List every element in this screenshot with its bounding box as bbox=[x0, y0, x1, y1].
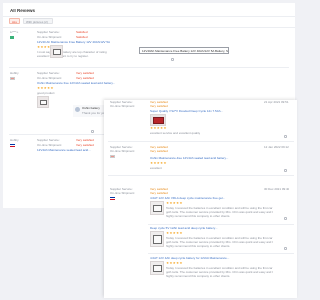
review-photo[interactable] bbox=[150, 201, 164, 215]
tab-all[interactable]: ALL bbox=[9, 18, 20, 24]
review-photo[interactable] bbox=[50, 45, 63, 58]
front-reviews-panel: Supplier Service: Very satisfied On-time… bbox=[104, 100, 297, 298]
rating-stars: ★★★★★ bbox=[166, 232, 183, 235]
product-tooltip: 12V40Ah Maintenance Free Battery 12V 40A… bbox=[139, 47, 229, 54]
review-text: Today I received the batteries in excell… bbox=[166, 237, 273, 248]
like-icon[interactable] bbox=[284, 169, 287, 172]
product-link[interactable]: Super Quality 7/12*V Flooded Deep Cycle … bbox=[150, 110, 242, 113]
review-photo[interactable] bbox=[150, 114, 166, 126]
review-date: 21 Apr 2021 09:51 bbox=[264, 101, 289, 104]
review-text: excellent bbox=[150, 167, 162, 170]
reviews-title: All Reviews bbox=[10, 9, 36, 13]
rating-stars: ★★★★★ bbox=[150, 162, 167, 165]
like-icon[interactable] bbox=[284, 247, 287, 250]
reviewer-name: Hobby bbox=[10, 139, 19, 142]
product-link[interactable]: 12V4Ah Maintenance sealed lead acid... bbox=[37, 149, 103, 152]
like-icon[interactable] bbox=[171, 58, 174, 61]
country-flag-icon bbox=[110, 197, 115, 200]
country-flag-icon bbox=[110, 155, 115, 158]
verified-badge-icon bbox=[10, 36, 14, 39]
country-flag-icon bbox=[10, 77, 15, 80]
review-date: 12 Jan 2022 09:12 bbox=[264, 146, 289, 149]
reviewer-name: Li*** L bbox=[10, 31, 19, 34]
review-text: Today I received the batteries in excell… bbox=[166, 207, 273, 218]
rating-stars: ★★★★★ bbox=[166, 202, 183, 205]
reviewer-name: Hobby bbox=[10, 72, 19, 75]
rating-stars: ★★★★★ bbox=[166, 262, 183, 265]
like-icon[interactable] bbox=[91, 130, 94, 133]
review-text: excellent service and excellent quality bbox=[150, 132, 201, 135]
review-photo[interactable] bbox=[37, 96, 49, 108]
product-link[interactable]: Deep cycle 5V 12Ah lead acid deep cycle … bbox=[150, 227, 242, 230]
review-text: I must say that the battery are top char… bbox=[37, 51, 107, 58]
like-icon[interactable] bbox=[284, 135, 287, 138]
product-link[interactable]: Oshin Maintenance-free 12V4Ah sealed lea… bbox=[150, 157, 242, 160]
country-flag-icon bbox=[10, 144, 15, 147]
product-link[interactable]: 4.0AT 12V 4Ah VRLA deep cycle maintenanc… bbox=[150, 197, 242, 200]
rating-stars: ★★★★★ bbox=[37, 87, 54, 90]
product-link[interactable]: 12V40 Ah Maintenance Free Battery 12V 40… bbox=[37, 41, 117, 44]
review-text: Today I received the batteries in excell… bbox=[166, 267, 273, 278]
rating-stars: ★★★★★ bbox=[150, 127, 167, 130]
review-text: good product bbox=[37, 92, 55, 95]
product-link[interactable]: Oshin Maintenance free 12V4Ah sealed lea… bbox=[37, 82, 123, 85]
review-date: 30 Dec 2021 09:40 bbox=[264, 188, 290, 191]
like-icon[interactable] bbox=[284, 217, 287, 220]
product-link[interactable]: 4.0AT 12V 4Ah deep cycle battery for 12V… bbox=[150, 257, 250, 260]
review-photo[interactable] bbox=[150, 231, 164, 247]
tab-with-pictures[interactable]: With pictures (2) bbox=[23, 18, 53, 24]
review-photo[interactable] bbox=[150, 261, 164, 275]
supplier-avatar bbox=[75, 107, 80, 112]
